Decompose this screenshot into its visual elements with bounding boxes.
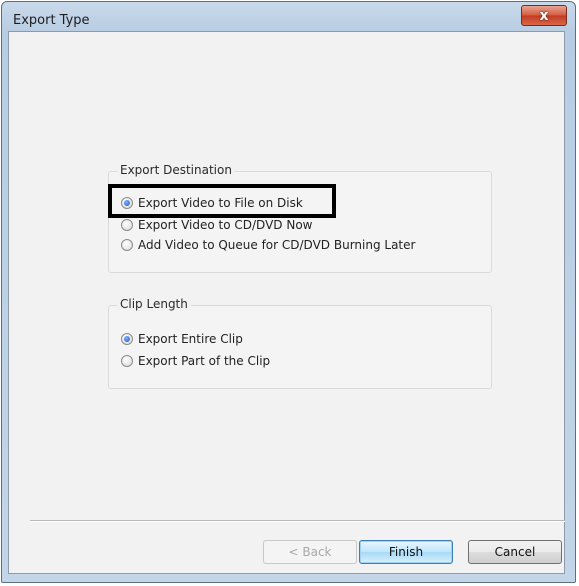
radio-button-checked[interactable] (121, 333, 133, 345)
radio-button[interactable] (121, 219, 133, 231)
radio-label: Add Video to Queue for CD/DVD Burning La… (138, 238, 416, 252)
radio-button[interactable] (121, 355, 133, 367)
clip-length-group: Clip Length Export Entire Clip Export Pa… (108, 297, 492, 389)
radio-add-to-queue[interactable]: Add Video to Queue for CD/DVD Burning La… (121, 236, 415, 254)
radio-label: Export Part of the Clip (138, 354, 271, 368)
radio-button[interactable] (121, 239, 133, 251)
radio-export-part-of-clip[interactable]: Export Part of the Clip (121, 352, 270, 370)
footer-separator (30, 520, 565, 522)
radio-export-entire-clip[interactable]: Export Entire Clip (121, 330, 243, 348)
close-icon: x (539, 7, 549, 24)
cancel-button[interactable]: Cancel (468, 540, 562, 564)
highlight-annotation-box (108, 184, 336, 218)
radio-label: Export Video to CD/DVD Now (138, 218, 313, 232)
radio-export-to-cd-dvd[interactable]: Export Video to CD/DVD Now (121, 216, 312, 234)
radio-label: Export Entire Clip (138, 332, 243, 346)
export-destination-label: Export Destination (117, 163, 235, 177)
back-button[interactable]: < Back (263, 540, 357, 564)
finish-button[interactable]: Finish (359, 540, 453, 564)
dialog-title: Export Type (13, 13, 90, 28)
clip-length-label: Clip Length (117, 297, 191, 311)
close-button[interactable]: x (521, 5, 567, 26)
dialog-client-area (8, 31, 565, 574)
